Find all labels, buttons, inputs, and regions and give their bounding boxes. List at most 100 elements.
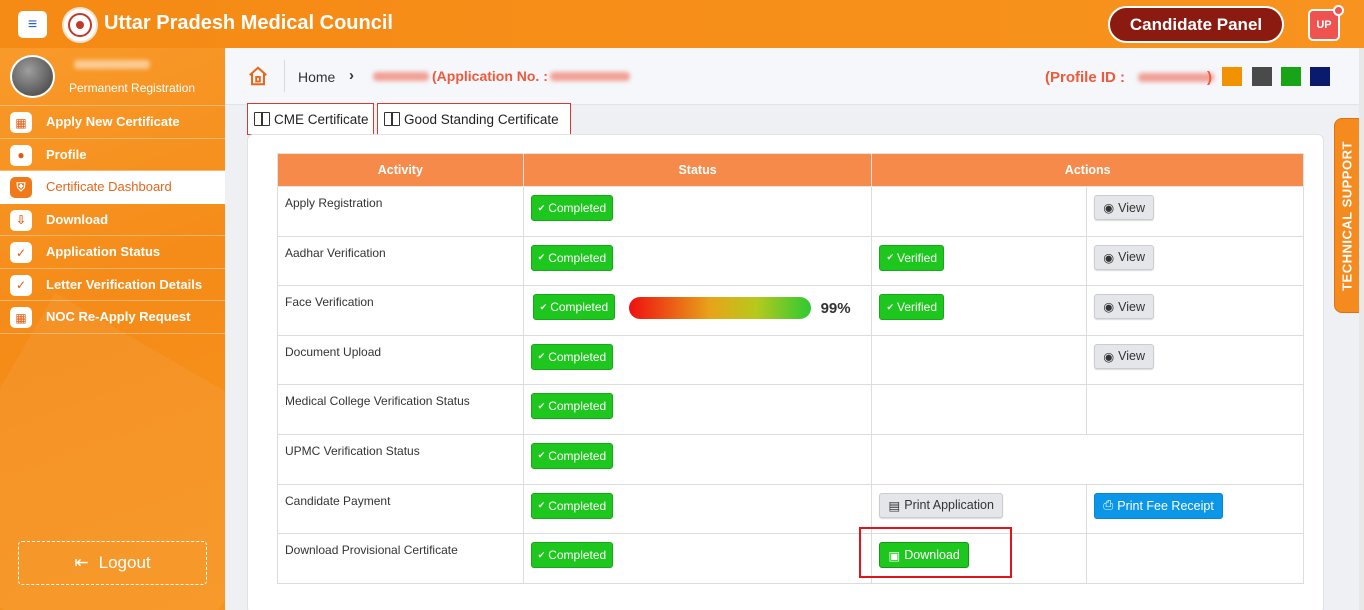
top-bar: ≡ Uttar Pradesh Medical Council Candidat… — [0, 0, 1364, 48]
status-badge: ✔ Completed — [530, 442, 614, 469]
table-row: UPMC Verification Status ✔ Completed — [277, 433, 1304, 485]
tab-cme-certificate[interactable]: CME Certificate — [247, 103, 374, 135]
column-header-activity: Activity — [277, 153, 524, 187]
file-icon: ▣ — [888, 548, 901, 563]
status-badge: ✔ Completed — [530, 244, 614, 271]
profile-id-redacted — [1138, 73, 1214, 82]
sidebar-item-download[interactable]: ⇩ Download — [0, 204, 225, 236]
view-button[interactable]: ◉ View — [1094, 244, 1155, 270]
face-match-progress: 99% — [628, 297, 851, 320]
sidebar-item-label: Application Status — [46, 244, 161, 259]
theme-swatch-green[interactable] — [1281, 67, 1301, 86]
tab-good-standing-certificate[interactable]: Good Standing Certificate — [377, 103, 571, 135]
profile-name-redacted — [74, 60, 150, 69]
sidebar-item-profile[interactable]: ● Profile — [0, 139, 225, 171]
check-icon: ✔ — [537, 400, 546, 411]
status-label: Completed — [548, 548, 607, 563]
activity-table: Activity Status Actions Apply Registrati… — [277, 153, 1304, 584]
print-application-label: Print Application — [904, 498, 994, 513]
status-label: Completed — [548, 448, 607, 463]
scrollbar[interactable] — [1359, 48, 1364, 610]
hamburger-menu-icon[interactable]: ≡ — [18, 11, 47, 38]
council-logo — [62, 7, 98, 43]
divider — [284, 60, 285, 92]
check-icon: ✔ — [537, 252, 546, 263]
activity-cell: Candidate Payment — [277, 483, 524, 535]
sidebar-item-label: Letter Verification Details — [46, 276, 203, 292]
print-icon: ▤ — [888, 498, 901, 513]
eye-icon: ◉ — [1103, 349, 1115, 364]
check-circle-icon: ✓ — [10, 242, 32, 263]
view-label: View — [1118, 299, 1146, 314]
check-icon: ✔ — [537, 549, 546, 560]
eye-icon: ◉ — [1103, 250, 1115, 265]
sidebar-item-certificate-dashboard[interactable]: ⛨ Certificate Dashboard — [0, 171, 225, 204]
view-button[interactable]: ◉ View — [1094, 195, 1155, 220]
home-icon[interactable] — [247, 65, 269, 87]
check-icon: ✔ — [537, 450, 546, 461]
check-icon: ✔ — [886, 301, 894, 312]
avatar — [10, 55, 55, 98]
status-badge: ✔ Completed — [530, 195, 614, 221]
view-label: View — [1118, 200, 1146, 215]
breadcrumb: Home › (Application No. : (Profile ID :) — [225, 48, 1359, 105]
status-badge: ✔ Completed — [532, 294, 616, 321]
profile-id-prefix: (Profile ID : — [1045, 69, 1126, 86]
view-label: View — [1118, 349, 1146, 364]
user-icon: ● — [10, 144, 32, 166]
redacted-text — [373, 72, 429, 81]
activity-cell: Document Upload — [277, 334, 524, 386]
check-icon: ✔ — [886, 252, 894, 263]
verified-badge: ✔ Verified — [879, 244, 945, 271]
activity-cell: Face Verification — [277, 285, 524, 336]
table-row: Medical College Verification Status ✔ Com… — [277, 384, 1304, 435]
sidebar-item-label: Profile — [46, 146, 87, 162]
activity-cell: Medical College Verification Status — [277, 384, 524, 435]
check-icon: ✔ — [539, 301, 548, 312]
check-icon: ✔ — [537, 500, 546, 511]
logout-button[interactable]: ⇤ Logout — [18, 541, 207, 585]
theme-swatch-orange[interactable] — [1222, 67, 1242, 86]
view-button[interactable]: ◉ View — [1094, 343, 1155, 369]
sidebar-item-noc-reapply[interactable]: ▦ NOC Re-Apply Request — [0, 301, 225, 334]
sidebar-item-label: Apply New Certificate — [46, 114, 180, 129]
activity-cell: Download Provisional Certificate — [277, 533, 524, 584]
status-label: Completed — [550, 300, 609, 315]
chevron-right-icon: › — [349, 67, 354, 84]
technical-support-tab[interactable]: TECHNICAL SUPPORT — [1334, 118, 1360, 313]
breadcrumb-home-link[interactable]: Home — [298, 69, 335, 85]
table-row: Face Verification ✔ Completed 99% ✔ Verifi… — [277, 285, 1304, 336]
eye-icon: ◉ — [1103, 201, 1115, 215]
check-icon: ✔ — [537, 202, 546, 213]
printer-icon: ⎙ — [1103, 498, 1114, 513]
column-header-actions: Actions — [871, 153, 1304, 187]
status-label: Completed — [548, 498, 607, 513]
activity-cell: Aadhar Verification — [277, 235, 524, 287]
view-button[interactable]: ◉ View — [1094, 294, 1155, 320]
status-label: Completed — [548, 349, 607, 364]
table-row: Aadhar Verification ✔ Completed ✔ Verified… — [277, 235, 1304, 287]
sidebar: Permanent Registration ▦ Apply New Certi… — [0, 48, 225, 610]
application-number-redacted — [550, 72, 630, 81]
download-certificate-button[interactable]: ▣ Download — [879, 542, 969, 569]
table-row: Download Provisional Certificate ✔ Comple… — [277, 533, 1304, 584]
table-row: Apply Registration ✔ Completed ◉ View — [277, 186, 1304, 237]
download-label: Download — [904, 548, 960, 563]
application-number-label: (Application No. : — [432, 68, 548, 84]
theme-swatch-grey[interactable] — [1252, 67, 1272, 86]
status-badge: ✔ Completed — [530, 492, 614, 519]
sidebar-item-application-status[interactable]: ✓ Application Status — [0, 236, 225, 269]
sidebar-item-letter-verification[interactable]: ✓ Letter Verification Details — [0, 269, 225, 301]
check-circle-icon: ✓ — [10, 274, 32, 296]
tab-label: Good Standing Certificate — [404, 111, 559, 127]
print-fee-receipt-button[interactable]: ⎙ Print Fee Receipt — [1094, 492, 1223, 519]
theme-swatch-navy[interactable] — [1310, 67, 1330, 86]
tab-label: CME Certificate — [274, 111, 369, 127]
download-icon: ⇩ — [10, 209, 32, 231]
candidate-panel-button[interactable]: Candidate Panel — [1108, 6, 1284, 43]
sidebar-item-apply-new-certificate[interactable]: ▦ Apply New Certificate — [0, 106, 225, 139]
status-badge: ✔ Completed — [530, 393, 614, 420]
print-application-button[interactable]: ▤ Print Application — [879, 492, 1003, 518]
table-row: Candidate Payment ✔ Completed ▤ Print Appl… — [277, 483, 1304, 535]
logout-icon: ⇤ — [74, 553, 89, 572]
